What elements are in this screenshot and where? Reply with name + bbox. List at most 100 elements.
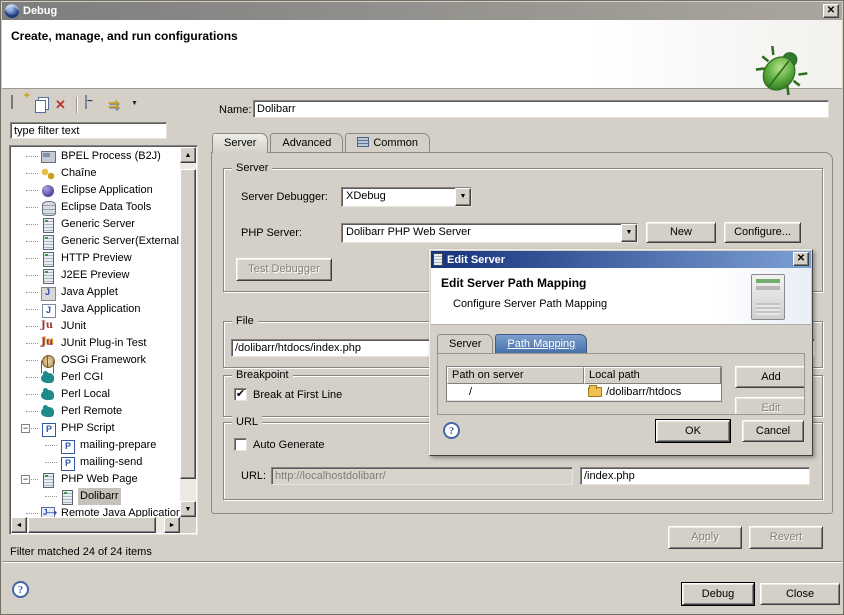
php-icon (59, 455, 75, 470)
collapse-toggle-icon[interactable]: − (21, 424, 30, 433)
chevron-down-icon[interactable]: ▼ (455, 188, 471, 206)
server-debugger-combo[interactable]: XDebug ▼ (341, 187, 472, 207)
help-icon[interactable]: ? (12, 581, 29, 598)
keys-icon (40, 166, 56, 181)
tab-server[interactable]: Server (212, 133, 268, 153)
table-icon (357, 137, 369, 147)
tab-advanced[interactable]: Advanced (270, 133, 343, 153)
tree-item-java-applet[interactable]: −Java Applet (12, 284, 180, 301)
tree-item-j2ee-preview[interactable]: −J2EE Preview (12, 267, 180, 284)
tree-item-generic-server-external-la[interactable]: −Generic Server(External La (12, 233, 180, 250)
tree-item-php-script[interactable]: −PHP Script (12, 420, 180, 437)
close-window-icon[interactable]: ✕ (823, 4, 839, 18)
collapse-toggle-icon[interactable]: − (21, 475, 30, 484)
tree-item-label: Java Applet (59, 284, 120, 301)
new-server-button[interactable]: New (646, 222, 716, 243)
eclipse-sphere-icon (40, 183, 56, 198)
config-tree: −BPEL Process (B2J)−Chaîne−Eclipse Appli… (12, 148, 180, 517)
path-mapping-table: Path on server Local path //dolibarr/htd… (446, 366, 722, 402)
url-group-title: URL (232, 416, 262, 428)
tree-vertical-scrollbar[interactable]: ▲ ▼ (180, 147, 196, 517)
scroll-up-icon[interactable]: ▲ (180, 147, 196, 163)
osgi-icon (40, 353, 56, 368)
tree-item-junit-plug-in-test[interactable]: −JUnit Plug-in Test (12, 335, 180, 352)
horizontal-scroll-thumb[interactable] (28, 517, 156, 533)
tree-item-label: Dolibarr (78, 488, 121, 505)
filter-input[interactable] (10, 122, 167, 139)
footer-separator (2, 561, 842, 563)
tree-item-osgi-framework[interactable]: −OSGi Framework (12, 352, 180, 369)
tree-item-label: Generic Server(External La (59, 233, 180, 250)
apply-button[interactable]: Apply (668, 526, 742, 549)
tree-item-label: Perl Local (59, 386, 112, 403)
tree-item-bpel-process-b2j[interactable]: −BPEL Process (B2J) (12, 148, 180, 165)
test-debugger-button[interactable]: Test Debugger (236, 258, 332, 281)
url-path-input[interactable] (580, 467, 810, 485)
add-mapping-button[interactable]: Add (735, 366, 805, 388)
breakpoint-group-title: Breakpoint (232, 369, 293, 381)
tree-item-php-web-page[interactable]: −PHP Web Page (12, 471, 180, 488)
tree-item-java-application[interactable]: −Java Application (12, 301, 180, 318)
tree-item-label: JUnit (59, 318, 88, 335)
tree-item-label: mailing-send (78, 454, 144, 471)
php-server-combo[interactable]: Dolibarr PHP Web Server ▼ (341, 223, 638, 243)
tree-item-remote-java-application[interactable]: −Remote Java Application (12, 505, 180, 517)
php-icon (59, 438, 75, 453)
tree-item-label: Remote Java Application (59, 505, 180, 517)
tree-item-eclipse-application[interactable]: −Eclipse Application (12, 182, 180, 199)
tree-item-label: OSGi Framework (59, 352, 148, 369)
revert-button[interactable]: Revert (749, 526, 823, 549)
java-remote-icon (40, 506, 56, 517)
ok-button[interactable]: OK (656, 420, 730, 442)
name-input[interactable] (253, 100, 829, 118)
auto-generate-checkbox[interactable] (234, 438, 247, 451)
tab-server-settings[interactable]: Server (437, 334, 493, 354)
bpel-icon (40, 149, 56, 164)
tree-item-eclipse-data-tools[interactable]: −Eclipse Data Tools (12, 199, 180, 216)
junit-icon (40, 319, 56, 334)
tab-common[interactable]: Common (345, 133, 430, 153)
cancel-button[interactable]: Cancel (742, 420, 804, 442)
chevron-down-icon[interactable]: ▼ (621, 224, 637, 242)
tree-item-mailing-prepare[interactable]: −mailing-prepare (12, 437, 180, 454)
configurations-toolbar (9, 95, 141, 115)
tree-item-perl-cgi[interactable]: −Perl CGI (12, 369, 180, 386)
close-edit-server-icon[interactable]: ✕ (793, 252, 809, 266)
collapse-all-icon[interactable] (83, 96, 101, 114)
debug-button[interactable]: Debug (682, 583, 754, 605)
tree-item-mailing-send[interactable]: −mailing-send (12, 454, 180, 471)
tree-item-perl-remote[interactable]: −Perl Remote (12, 403, 180, 420)
edit-server-dialog: Edit Server ✕ Edit Server Path Mapping C… (429, 249, 813, 456)
tree-item-junit[interactable]: −JUnit (12, 318, 180, 335)
server-tower-icon (751, 274, 785, 320)
scroll-down-icon[interactable]: ▼ (180, 501, 196, 517)
column-path-on-server[interactable]: Path on server (447, 367, 584, 384)
scroll-right-icon[interactable]: ► (164, 517, 180, 533)
tree-item-cha-ne[interactable]: −Chaîne (12, 165, 180, 182)
tree-item-http-preview[interactable]: −HTTP Preview (12, 250, 180, 267)
break-first-line-checkbox[interactable]: ✔ (234, 388, 247, 401)
new-configuration-icon[interactable] (9, 96, 27, 114)
scroll-left-icon[interactable]: ◄ (11, 517, 27, 533)
filter-icon[interactable] (107, 96, 125, 114)
tree-item-generic-server[interactable]: −Generic Server (12, 216, 180, 233)
tree-horizontal-scrollbar[interactable]: ◄ ► (11, 517, 180, 533)
tab-path-mapping[interactable]: Path Mapping (495, 334, 587, 354)
vertical-scroll-thumb[interactable] (180, 169, 196, 479)
close-button[interactable]: Close (760, 583, 840, 605)
duplicate-configuration-icon[interactable] (35, 100, 46, 113)
filter-status: Filter matched 24 of 24 items (10, 546, 152, 558)
tree-item-perl-local[interactable]: −Perl Local (12, 386, 180, 403)
configure-server-button[interactable]: Configure... (724, 222, 801, 243)
server-node-icon (59, 489, 75, 504)
column-local-path[interactable]: Local path (584, 367, 721, 384)
tree-item-label: Perl CGI (59, 369, 105, 386)
delete-configuration-icon[interactable] (52, 96, 70, 114)
edit-mapping-button[interactable]: Edit (735, 397, 805, 415)
edit-server-title-bar: Edit Server (431, 251, 811, 268)
menu-dropdown-icon[interactable] (131, 96, 141, 114)
path-mapping-row[interactable]: //dolibarr/htdocs (447, 384, 721, 401)
help-icon[interactable]: ? (443, 422, 460, 439)
file-group-title: File (232, 315, 258, 327)
tree-item-dolibarr[interactable]: −Dolibarr (12, 488, 180, 505)
